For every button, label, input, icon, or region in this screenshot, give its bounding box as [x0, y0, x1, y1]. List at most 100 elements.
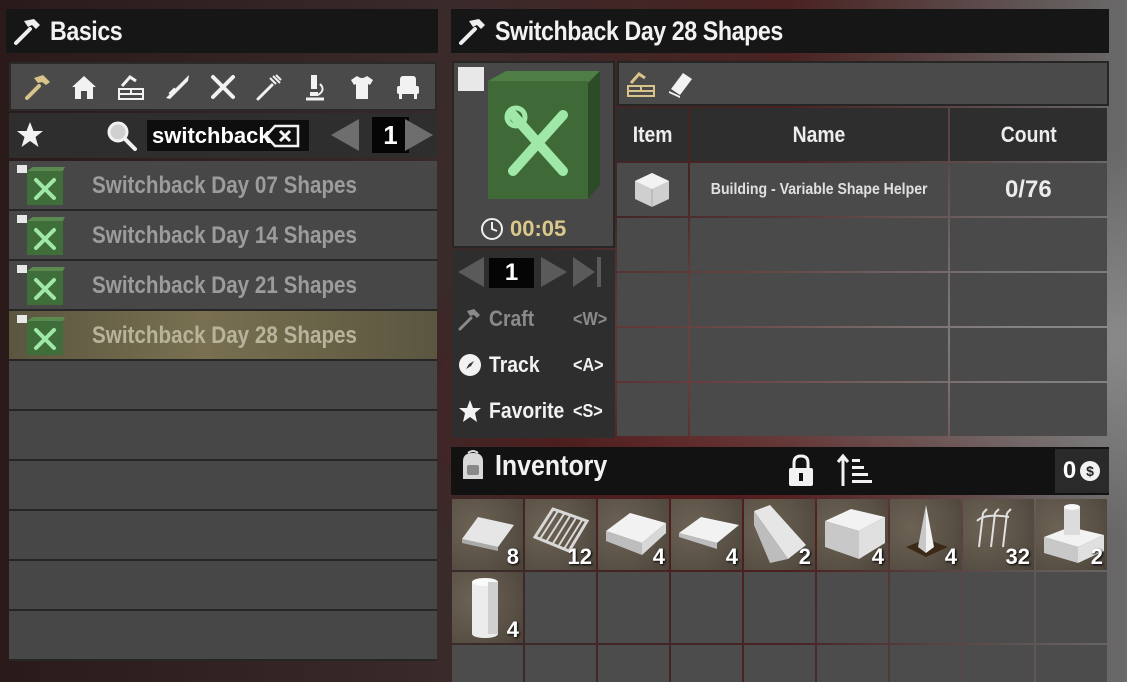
- recipe-row-empty: [9, 411, 437, 461]
- lock-icon[interactable]: [786, 453, 816, 489]
- inventory-slot-empty[interactable]: [598, 645, 669, 682]
- cylinder-icon: [472, 578, 498, 638]
- inventory-title-text: Inventory: [495, 449, 608, 482]
- recipe-row-day28[interactable]: Switchback Day 28 Shapes: [9, 311, 437, 361]
- craft-button[interactable]: Craft <W>: [457, 306, 607, 332]
- column-header-item: Item: [617, 108, 688, 161]
- item-count: 8: [506, 544, 519, 569]
- recipe-row-empty: [9, 461, 437, 511]
- qty-max-bar: [597, 257, 601, 287]
- search-bar: 1: [9, 113, 437, 158]
- inventory-slot-empty[interactable]: [890, 572, 961, 643]
- inventory-grid: 8 12 4 4 2 4 4 32 2 4: [452, 499, 1112, 682]
- next-page-arrow[interactable]: [405, 119, 433, 151]
- favorite-label: Favorite: [489, 398, 565, 423]
- search-icon: [107, 121, 137, 151]
- recipe-row-day07[interactable]: Switchback Day 07 Shapes: [9, 161, 437, 211]
- recipe-row-day21[interactable]: Switchback Day 21 Shapes: [9, 261, 437, 311]
- recipe-row-empty: [9, 361, 437, 411]
- item-count: 4: [725, 544, 738, 569]
- inventory-slot-empty[interactable]: [525, 645, 596, 682]
- category-bar: [9, 62, 437, 111]
- inventory-slot[interactable]: 4: [452, 572, 523, 643]
- inventory-slot-empty[interactable]: [744, 572, 815, 643]
- ingredient-item-cell: [617, 163, 688, 216]
- inventory-slot-empty[interactable]: [525, 572, 596, 643]
- svg-text:$: $: [1086, 463, 1094, 479]
- prev-page-arrow[interactable]: [331, 119, 359, 151]
- house-icon[interactable]: [66, 69, 102, 105]
- inventory-slot-empty[interactable]: [1036, 572, 1107, 643]
- inventory-slot-empty[interactable]: [671, 572, 742, 643]
- inventory-slot[interactable]: 32: [963, 499, 1034, 570]
- item-count: 4: [506, 617, 519, 642]
- recipe-row-empty: [9, 561, 437, 611]
- inventory-slot-empty[interactable]: [598, 572, 669, 643]
- weapon-icon[interactable]: [159, 69, 195, 105]
- ingredient-count-cell: 0/76: [949, 163, 1107, 216]
- ingredients-toolbar: [617, 61, 1109, 106]
- inventory-slot-empty[interactable]: [817, 572, 888, 643]
- inventory-slot-empty[interactable]: [671, 645, 742, 682]
- inventory-slot[interactable]: 12: [525, 499, 596, 570]
- recipe-row-empty: [9, 511, 437, 561]
- sort-icon[interactable]: [836, 453, 872, 489]
- inventory-slot-empty[interactable]: [963, 572, 1034, 643]
- shape-helper-cube-icon: [635, 172, 670, 207]
- hammer-icon[interactable]: [20, 69, 56, 105]
- recipe-list: Switchback Day 07 Shapes Switchback Day …: [9, 161, 437, 682]
- favorites-star-icon[interactable]: [15, 120, 45, 150]
- inventory-slot[interactable]: 8: [452, 499, 523, 570]
- item-count: 2: [1090, 544, 1103, 569]
- inventory-slot[interactable]: 4: [817, 499, 888, 570]
- ingredients-table: Item Name Count Building - Variable Shap…: [617, 108, 1109, 438]
- inventory-slot-empty[interactable]: [963, 645, 1034, 682]
- craft-time: 00:05: [480, 216, 566, 242]
- hammer-icon: [459, 19, 485, 45]
- shape-crate-icon: [17, 165, 65, 205]
- shape-crate-icon: [17, 215, 65, 255]
- ingredient-row-empty: [617, 218, 1109, 273]
- inventory-slot[interactable]: 4: [598, 499, 669, 570]
- recipe-detail-title: Switchback Day 28 Shapes: [451, 9, 1109, 53]
- inventory-slot-empty[interactable]: [744, 645, 815, 682]
- building-icon[interactable]: [625, 69, 657, 99]
- item-count: 4: [871, 544, 884, 569]
- inventory-slot[interactable]: 2: [1036, 499, 1107, 570]
- tools-icon[interactable]: [205, 69, 241, 105]
- inventory-slot-empty[interactable]: [817, 645, 888, 682]
- clothing-icon[interactable]: [344, 69, 380, 105]
- inventory-slot-empty[interactable]: [1036, 645, 1107, 682]
- track-button[interactable]: Track <A>: [457, 352, 604, 378]
- favorite-button[interactable]: Favorite <S>: [457, 398, 603, 424]
- recipe-name: Switchback Day 07 Shapes: [92, 172, 358, 199]
- clock-icon: [481, 218, 503, 240]
- quantity-stepper[interactable]: 1: [489, 258, 534, 288]
- recipe-title-text: Switchback Day 28 Shapes: [495, 15, 783, 46]
- basics-title-text: Basics: [50, 15, 123, 46]
- clear-search-icon[interactable]: [264, 124, 300, 148]
- hammer-icon: [458, 309, 480, 331]
- currency-amount: 0: [1062, 457, 1077, 484]
- inventory-slot-empty[interactable]: [890, 645, 961, 682]
- building-icon[interactable]: [113, 69, 149, 105]
- food-icon[interactable]: [251, 69, 287, 105]
- currency-display: 0 $: [1055, 449, 1109, 493]
- qty-max-arrow[interactable]: [573, 257, 595, 287]
- ingredient-row-empty: [617, 328, 1109, 383]
- book-icon[interactable]: [665, 69, 695, 99]
- inventory-slot[interactable]: 4: [671, 499, 742, 570]
- favorite-hotkey: <S>: [573, 400, 603, 421]
- basics-panel-title: Basics: [6, 9, 438, 53]
- decor-icon[interactable]: [390, 69, 426, 105]
- science-icon[interactable]: [297, 69, 333, 105]
- ingredient-row[interactable]: Building - Variable Shape Helper 0/76: [617, 163, 1109, 218]
- inventory-slot-empty[interactable]: [452, 645, 523, 682]
- star-icon: [459, 400, 481, 422]
- qty-increase-arrow[interactable]: [541, 257, 567, 287]
- inventory-slot[interactable]: 4: [890, 499, 961, 570]
- recipe-row-day14[interactable]: Switchback Day 14 Shapes: [9, 211, 437, 261]
- qty-decrease-arrow[interactable]: [458, 257, 484, 287]
- craft-time-value: 00:05: [510, 216, 567, 241]
- inventory-slot[interactable]: 2: [744, 499, 815, 570]
